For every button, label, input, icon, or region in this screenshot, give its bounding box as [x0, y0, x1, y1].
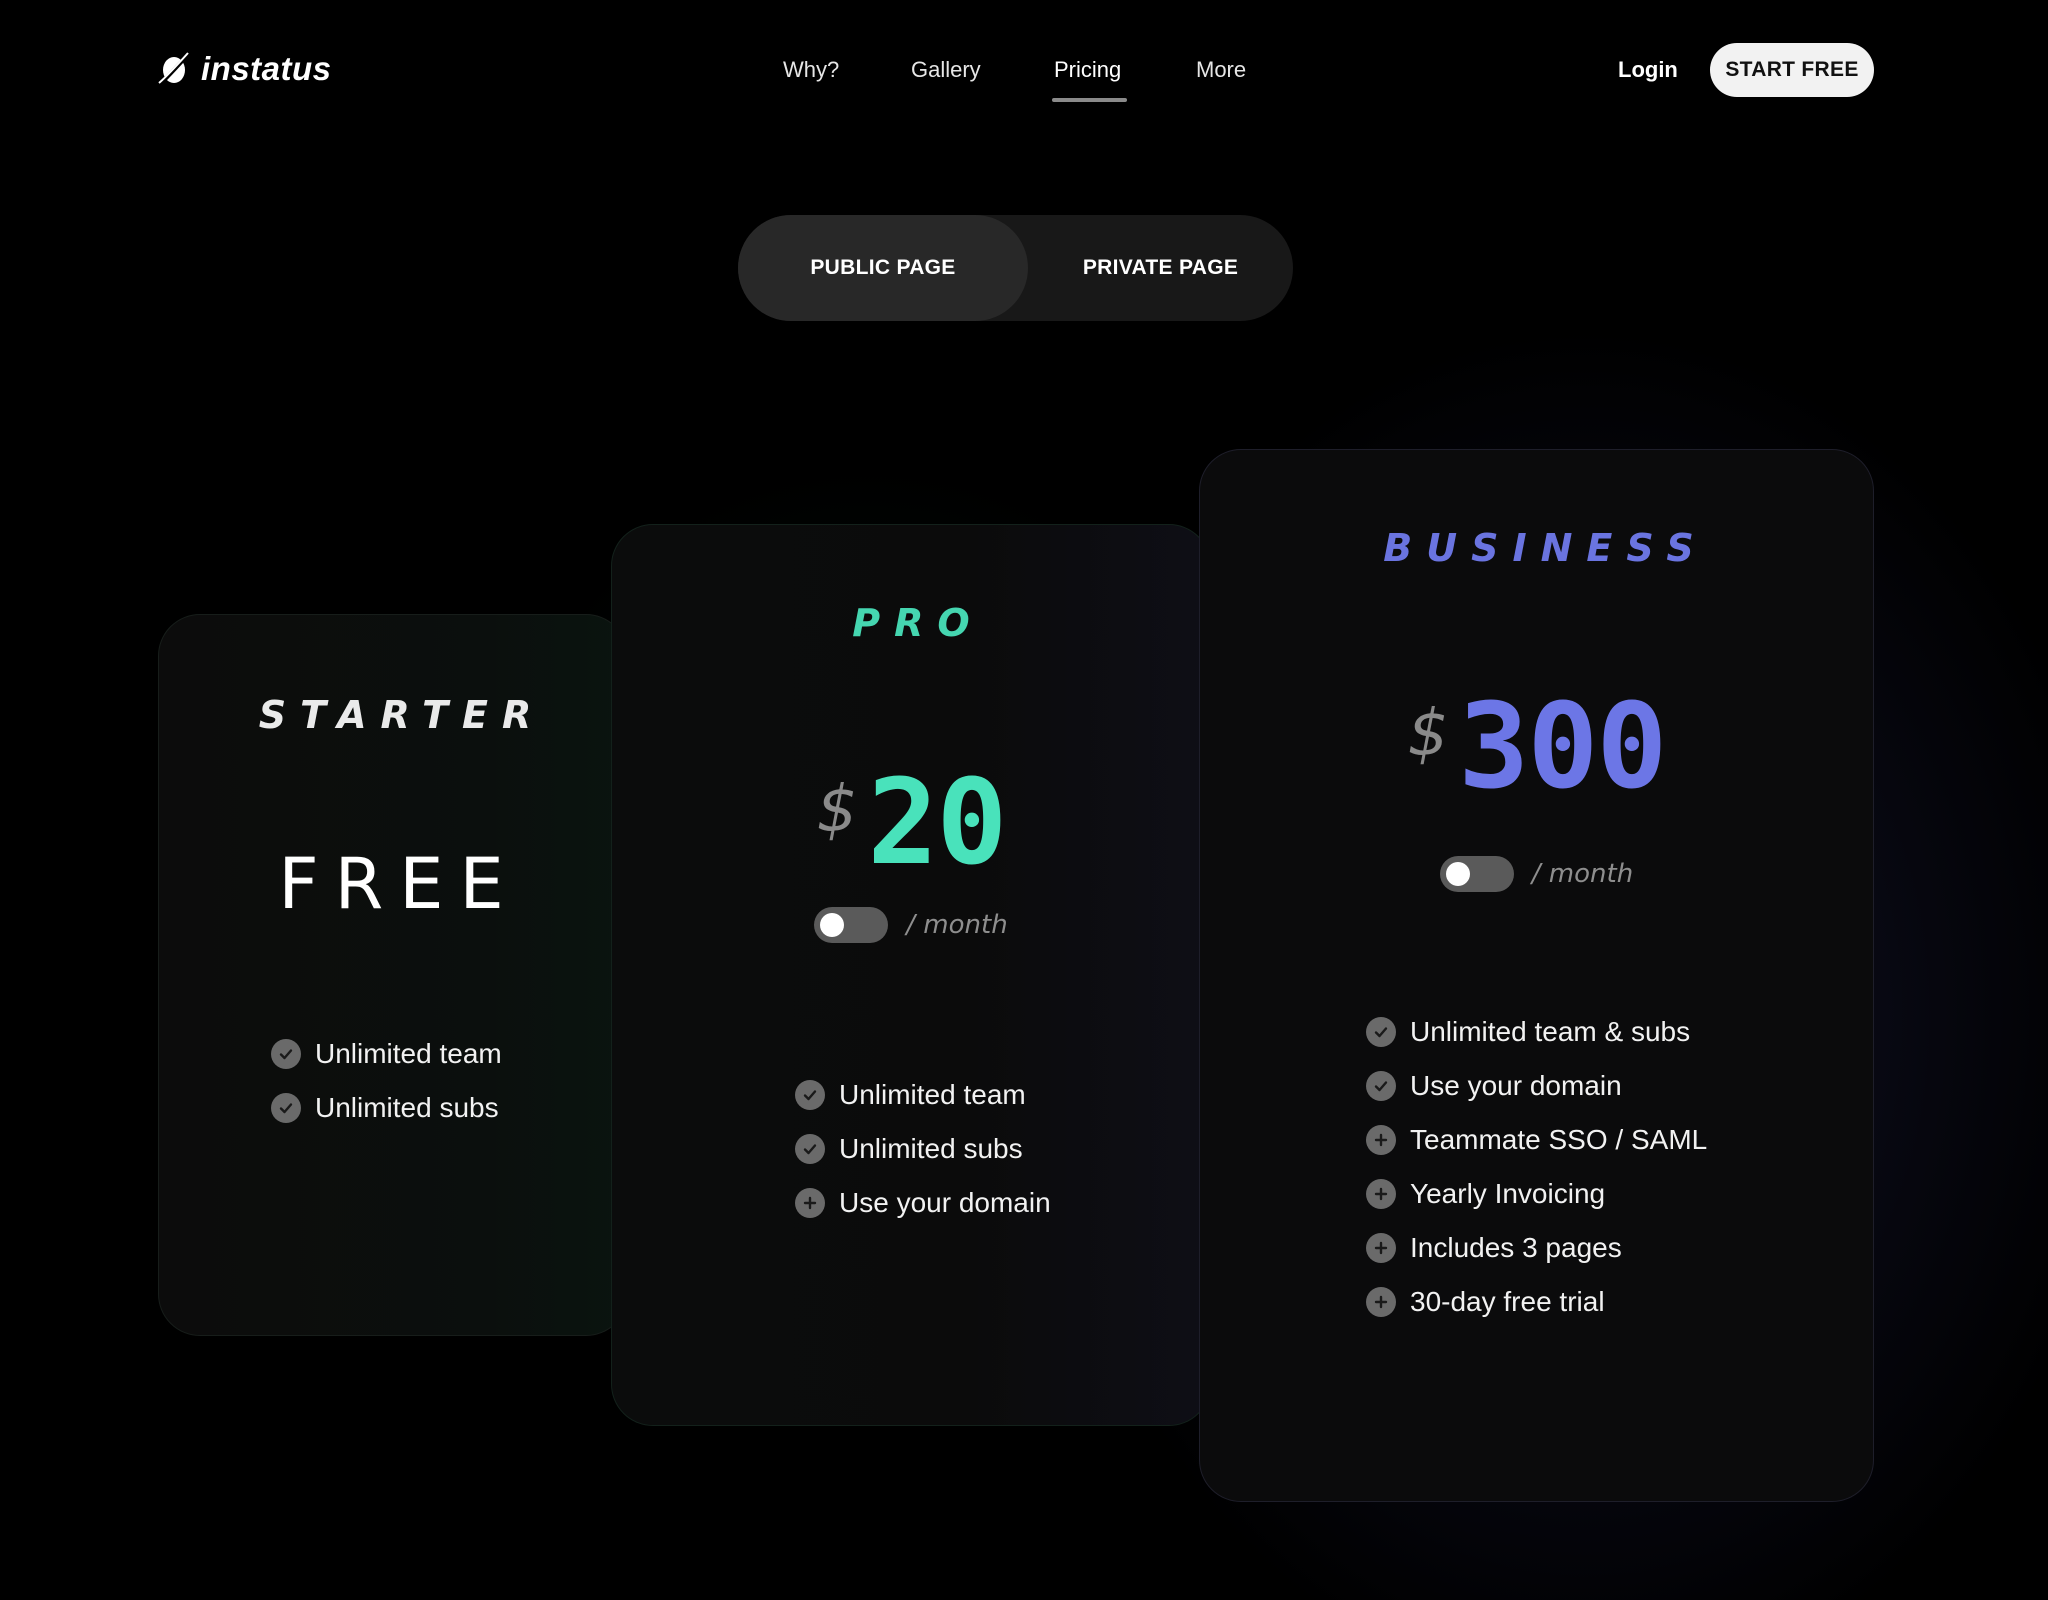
pricing-page: instatus Why? Gallery Pricing More Login…: [0, 0, 2048, 1600]
nav-item-pricing[interactable]: Pricing: [1054, 50, 1121, 90]
feature-text: Unlimited team: [315, 1038, 502, 1069]
active-nav-indicator: [1052, 98, 1127, 102]
feature-text: Yearly Invoicing: [1410, 1178, 1606, 1209]
feature-item: Teammate SSO / SAML: [1366, 1113, 1846, 1167]
plan-tier-name: PRO: [852, 601, 984, 645]
plan-price: FREE: [278, 843, 520, 925]
feature-item: Unlimited team: [795, 1068, 1195, 1122]
plan-feature-list: Unlimited team Unlimited subs Use your d…: [795, 1068, 1195, 1230]
toggle-knob: [820, 913, 845, 937]
plus-icon: [1366, 1233, 1396, 1263]
start-free-button[interactable]: START FREE: [1710, 43, 1874, 97]
check-icon: [271, 1039, 301, 1069]
billing-period-label: / month: [906, 910, 1008, 940]
billing-period-label: / month: [1531, 859, 1634, 889]
check-icon: [1366, 1071, 1396, 1101]
plan-price: 300: [1458, 677, 1667, 815]
site-header: instatus Why? Gallery Pricing More Login…: [0, 0, 2048, 140]
plan-price-row: $ 20: [612, 763, 1210, 881]
plus-icon: [1366, 1179, 1396, 1209]
check-icon: [271, 1093, 301, 1123]
plus-icon: [1366, 1125, 1396, 1155]
feature-item: 30-day free trial: [1366, 1275, 1846, 1329]
feature-item: Use your domain: [1366, 1059, 1846, 1113]
plan-card-business[interactable]: BUSINESS $ 300 / month Unlimited team & …: [1199, 449, 1874, 1502]
feature-text: Unlimited team & subs: [1410, 1016, 1691, 1047]
plan-price: 20: [867, 753, 1007, 891]
feature-item: Includes 3 pages: [1366, 1221, 1846, 1275]
plan-feature-list: Unlimited team & subs Use your domain Te…: [1366, 1005, 1846, 1329]
feature-item: Yearly Invoicing: [1366, 1167, 1846, 1221]
feature-item: Unlimited subs: [795, 1122, 1195, 1176]
plus-icon: [795, 1188, 825, 1218]
feature-item: Unlimited team & subs: [1366, 1005, 1846, 1059]
plan-tier-name: BUSINESS: [1383, 526, 1708, 570]
plan-price-row: $ 300: [1200, 687, 1873, 805]
feature-item: Unlimited team: [271, 1027, 611, 1081]
billing-period-toggle[interactable]: [814, 907, 889, 943]
feature-text: Unlimited team: [839, 1079, 1026, 1110]
plus-icon: [1366, 1287, 1396, 1317]
plan-tier-name: STARTER: [258, 693, 546, 737]
check-icon: [795, 1080, 825, 1110]
billing-period-toggle[interactable]: [1439, 856, 1514, 892]
feature-text: Includes 3 pages: [1410, 1232, 1622, 1263]
nav-item-why[interactable]: Why?: [783, 50, 839, 90]
nav-item-gallery[interactable]: Gallery: [911, 50, 981, 90]
feature-text: Unlimited subs: [839, 1133, 1023, 1164]
feature-text: Unlimited subs: [315, 1092, 499, 1123]
plan-feature-list: Unlimited team Unlimited subs: [271, 1027, 611, 1135]
plan-card-starter[interactable]: STARTER FREE Unlimited team Unlimited su…: [158, 614, 628, 1336]
public-page-tab[interactable]: PUBLIC PAGE: [738, 215, 1028, 321]
login-link[interactable]: Login: [1618, 50, 1678, 90]
nav-item-more[interactable]: More: [1196, 50, 1246, 90]
plan-card-pro[interactable]: PRO $ 20 / month Unlimited team Unlimite…: [611, 524, 1211, 1426]
private-page-tab[interactable]: PRIVATE PAGE: [1028, 215, 1293, 321]
billing-period-row: / month: [1200, 856, 1873, 892]
check-icon: [1366, 1017, 1396, 1047]
currency-symbol: $: [816, 773, 858, 847]
page-type-switch: PUBLIC PAGE PRIVATE PAGE: [738, 215, 1293, 321]
feature-item: Unlimited subs: [271, 1081, 611, 1135]
currency-symbol: $: [1407, 697, 1449, 771]
feature-text: Use your domain: [839, 1187, 1051, 1218]
toggle-knob: [1445, 862, 1470, 886]
feature-text: 30-day free trial: [1410, 1286, 1605, 1317]
feature-text: Teammate SSO / SAML: [1410, 1124, 1708, 1155]
feature-item: Use your domain: [795, 1176, 1195, 1230]
feature-text: Use your domain: [1410, 1070, 1622, 1101]
billing-period-row: / month: [612, 907, 1210, 943]
check-icon: [795, 1134, 825, 1164]
